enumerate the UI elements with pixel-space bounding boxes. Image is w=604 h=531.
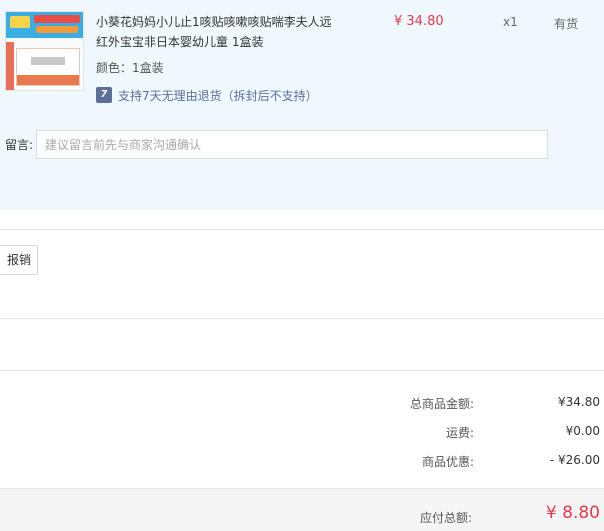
- product-name-link[interactable]: 小葵花妈妈小儿止1咳贴咳嗽咳贴喘李夫人远红外宝宝非日本婴幼儿童 1盒装: [96, 12, 336, 52]
- stock-status: 有货: [554, 17, 579, 31]
- discount-label: 商品优惠:: [421, 455, 474, 469]
- discount-value: - ¥26.00: [549, 453, 600, 467]
- product-box-image: [16, 48, 80, 86]
- goods-total-row: 总商品金额: ¥34.80: [0, 395, 604, 415]
- payable-total-bar: 应付总额: ¥ 8.80: [0, 488, 604, 531]
- seven-day-return-icon: 7: [96, 87, 112, 103]
- goods-total-value: ¥34.80: [558, 395, 600, 409]
- product-color-spec: 颜色：1盒装: [96, 61, 164, 75]
- discount-row: 商品优惠: - ¥26.00: [0, 453, 604, 473]
- return-policy: 7 支持7天无理由退货（拆封后不支持）: [96, 86, 318, 104]
- product-price: ¥ 34.80: [394, 14, 444, 29]
- payable-total-label: 应付总额:: [419, 511, 472, 525]
- return-policy-text: 支持7天无理由退货（拆封后不支持）: [118, 88, 318, 103]
- message-input[interactable]: [36, 130, 548, 159]
- product-quantity: x1: [503, 15, 518, 29]
- divider: [0, 229, 604, 230]
- divider: [0, 318, 604, 319]
- goods-total-label: 总商品金额:: [409, 397, 474, 411]
- thumbnail-banner: [6, 12, 83, 38]
- order-item-panel: 小葵花妈妈小儿止1咳贴咳嗽咳贴喘李夫人远红外宝宝非日本婴幼儿童 1盒装 ¥ 34…: [0, 0, 604, 210]
- invoice-button[interactable]: 报销: [0, 245, 38, 275]
- product-thumbnail[interactable]: [5, 11, 84, 91]
- divider: [0, 370, 604, 371]
- message-label: 留言:: [5, 138, 34, 152]
- shipping-row: 运费: ¥0.00: [0, 424, 604, 444]
- payable-total-value: ¥ 8.80: [545, 503, 600, 523]
- shipping-label: 运费:: [445, 426, 474, 440]
- shipping-value: ¥0.00: [565, 424, 600, 438]
- brand-logo: [10, 16, 30, 28]
